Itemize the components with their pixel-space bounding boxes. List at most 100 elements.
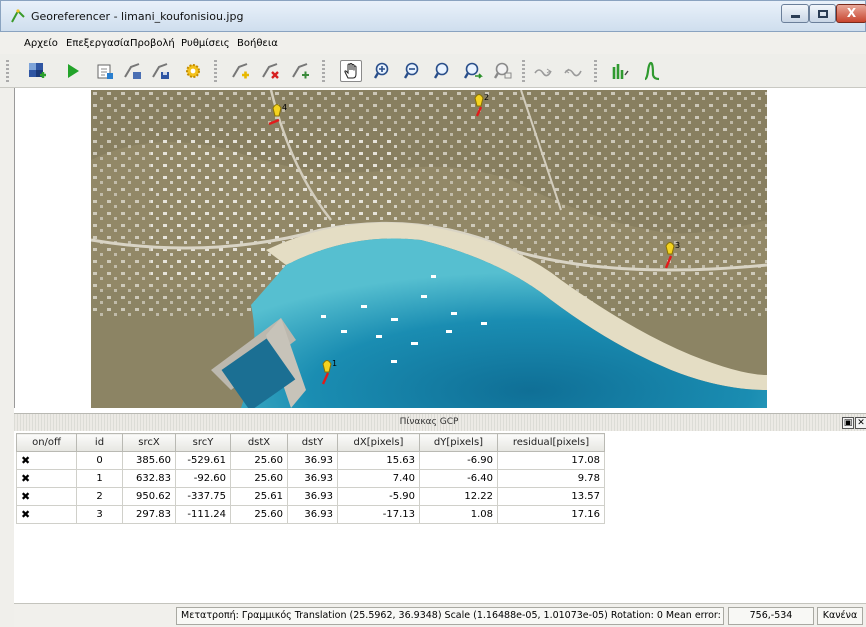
cell-dstx[interactable]: 25.60 <box>230 505 288 524</box>
column-header[interactable]: on/off <box>16 433 77 452</box>
cell-srcx[interactable]: 950.62 <box>122 487 176 506</box>
column-header[interactable]: srcX <box>122 433 176 452</box>
enable-checkbox[interactable]: ✖ <box>16 469 77 488</box>
float-panel-button[interactable]: ▣ <box>842 417 854 429</box>
cell-srcy[interactable]: -92.60 <box>175 469 231 488</box>
column-header[interactable]: dX[pixels] <box>337 433 420 452</box>
minimize-button[interactable] <box>781 4 809 23</box>
satellite-raster-image[interactable]: 4 2 3 1 <box>91 90 767 408</box>
toolbar <box>0 54 866 88</box>
cell-id: 0 <box>76 451 123 470</box>
enable-checkbox[interactable]: ✖ <box>16 451 77 470</box>
menu-file[interactable]: Αρχείο <box>24 38 58 49</box>
zoom-out-icon <box>403 62 419 79</box>
maximize-button[interactable] <box>809 4 836 23</box>
column-header[interactable]: id <box>76 433 123 452</box>
gcp-marker[interactable]: 3 <box>660 240 684 270</box>
link-qgis-button[interactable] <box>562 60 584 82</box>
cell-dsty[interactable]: 36.93 <box>287 487 338 506</box>
pan-button[interactable] <box>340 60 362 82</box>
float-icon: ▣ <box>843 418 853 428</box>
menu-settings[interactable]: Ρυθμίσεις <box>181 38 230 49</box>
load-gcp-icon <box>124 63 141 79</box>
move-point-button[interactable] <box>290 60 312 82</box>
title-bar: Georeferencer - limani_koufonisiou.jpg X <box>0 0 866 32</box>
cell-dsty[interactable]: 36.93 <box>287 451 338 470</box>
cell-id: 2 <box>76 487 123 506</box>
cell-dstx[interactable]: 25.60 <box>230 451 288 470</box>
close-button[interactable]: X <box>836 4 866 23</box>
delete-point-button[interactable] <box>260 60 282 82</box>
generate-script-icon <box>97 64 113 79</box>
zoom-in-button[interactable] <box>372 60 394 82</box>
cell-dstx[interactable]: 25.60 <box>230 469 288 488</box>
transform-info: Μετατροπή: Γραμμικός Translation (25.596… <box>176 607 724 625</box>
local-histogram-button[interactable] <box>640 60 662 82</box>
cell-srcy[interactable]: -111.24 <box>175 505 231 524</box>
menu-edit[interactable]: Επεξεργασία <box>66 38 130 49</box>
cell-srcx[interactable]: 632.83 <box>122 469 176 488</box>
coordinate-readout: 756,-534 <box>728 607 814 625</box>
toolbar-grip[interactable] <box>322 60 325 82</box>
georef-map-canvas[interactable]: 4 2 3 1 <box>14 88 866 408</box>
gcp-panel-header[interactable]: Πίνακας GCP ▣ ✕ <box>14 413 866 431</box>
add-point-button[interactable] <box>230 60 252 82</box>
cell-residual: 13.57 <box>497 487 605 506</box>
cell-dsty[interactable]: 36.93 <box>287 505 338 524</box>
toolbar-grip[interactable] <box>594 60 597 82</box>
cell-srcx[interactable]: 297.83 <box>122 505 176 524</box>
load-gcp-button[interactable] <box>122 60 144 82</box>
column-header[interactable]: residual[pixels] <box>497 433 605 452</box>
start-georef-button[interactable] <box>62 60 84 82</box>
column-header[interactable]: dY[pixels] <box>419 433 498 452</box>
table-row[interactable]: ✖ 3 297.83 -111.24 25.60 36.93 -17.13 1.… <box>16 505 605 524</box>
gcp-table-area: on/off id srcX srcY dstX dstY dX[pixels]… <box>14 431 866 603</box>
column-header[interactable]: dstX <box>230 433 288 452</box>
table-row[interactable]: ✖ 1 632.83 -92.60 25.60 36.93 7.40 -6.40… <box>16 469 605 488</box>
gcp-marker[interactable]: 4 <box>267 102 291 128</box>
add-point-icon <box>232 63 249 79</box>
cell-srcx[interactable]: 385.60 <box>122 451 176 470</box>
zoom-next-icon <box>493 62 512 79</box>
zoom-layer-button[interactable] <box>432 60 454 82</box>
table-row[interactable]: ✖ 2 950.62 -337.75 25.61 36.93 -5.90 12.… <box>16 487 605 506</box>
full-histogram-button[interactable] <box>610 60 632 82</box>
gcp-marker[interactable]: 1 <box>317 358 341 386</box>
close-panel-button[interactable]: ✕ <box>855 417 866 429</box>
link-georef-icon <box>534 68 552 77</box>
cell-residual: 17.16 <box>497 505 605 524</box>
enable-checkbox[interactable]: ✖ <box>16 487 77 506</box>
cell-srcy[interactable]: -529.61 <box>175 451 231 470</box>
zoom-out-button[interactable] <box>402 60 424 82</box>
menu-help[interactable]: Βοήθεια <box>237 38 278 49</box>
enable-checkbox[interactable]: ✖ <box>16 505 77 524</box>
toolbar-grip[interactable] <box>214 60 217 82</box>
table-row[interactable]: ✖ 0 385.60 -529.61 25.60 36.93 15.63 -6.… <box>16 451 605 470</box>
transform-settings-button[interactable] <box>182 60 204 82</box>
minimize-icon <box>791 15 800 18</box>
gcp-label: 3 <box>675 241 680 250</box>
link-georef-button[interactable] <box>532 60 554 82</box>
column-header[interactable]: dstY <box>287 433 338 452</box>
full-histogram-icon <box>612 64 629 79</box>
crs-button[interactable]: Κανένα <box>817 607 863 625</box>
maximize-icon <box>818 10 828 18</box>
cell-dy: -6.90 <box>419 451 498 470</box>
column-header[interactable]: srcY <box>175 433 231 452</box>
cell-id: 1 <box>76 469 123 488</box>
zoom-next-button[interactable] <box>492 60 514 82</box>
gcp-marker[interactable]: 2 <box>469 92 493 118</box>
menu-view[interactable]: Προβολή <box>130 38 175 49</box>
zoom-in-icon <box>373 62 389 79</box>
cell-srcy[interactable]: -337.75 <box>175 487 231 506</box>
gcp-table: on/off id srcX srcY dstX dstY dX[pixels]… <box>16 433 605 524</box>
cell-dsty[interactable]: 36.93 <box>287 469 338 488</box>
cell-dstx[interactable]: 25.61 <box>230 487 288 506</box>
cell-dy: -6.40 <box>419 469 498 488</box>
toolbar-grip[interactable] <box>522 60 525 82</box>
open-raster-button[interactable] <box>26 60 48 82</box>
save-gcp-button[interactable] <box>150 60 172 82</box>
generate-script-button[interactable] <box>94 60 116 82</box>
zoom-last-button[interactable] <box>462 60 484 82</box>
toolbar-grip[interactable] <box>6 60 9 82</box>
